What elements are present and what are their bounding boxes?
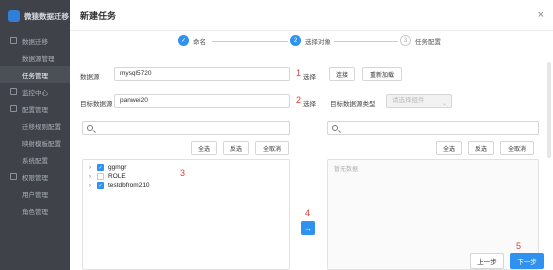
search-icon: [87, 125, 93, 131]
app-sidebar: 微猿数据迁移 数据迁移 数据源管理 任务管理 监控中心 配置管理 迁移规则配置 …: [0, 0, 72, 270]
nav-item-mapping[interactable]: 映射模板配置: [0, 134, 72, 151]
modal-scrollbar[interactable]: [547, 62, 551, 158]
close-icon[interactable]: ×: [538, 9, 544, 21]
target-type-placeholder: 请选择组件: [392, 97, 425, 104]
nav-label: 系统配置: [22, 157, 48, 165]
tree-item[interactable]: › ROLE: [89, 173, 126, 180]
right-deselect-button[interactable]: 全取消: [500, 141, 534, 155]
left-select-all-button[interactable]: 全选: [191, 141, 217, 155]
step-label: 任务配置: [415, 38, 441, 46]
nav-group-monitor[interactable]: 监控中心: [0, 83, 72, 100]
step-naming: ✓ 命名: [178, 35, 206, 46]
nav-item-datasource[interactable]: 数据源管理: [0, 49, 72, 66]
checkbox-unchecked[interactable]: [97, 173, 104, 180]
annotation-2: 2: [296, 95, 302, 105]
reload-button[interactable]: 重新加载: [362, 67, 402, 81]
left-invert-button[interactable]: 反选: [223, 141, 249, 155]
chevron-right-icon[interactable]: ›: [89, 183, 95, 189]
transfer-right-button[interactable]: →: [301, 221, 315, 235]
checkbox-checked[interactable]: ✓: [97, 164, 104, 171]
right-search-input[interactable]: [327, 121, 539, 135]
search-icon: [332, 125, 338, 131]
arrow-right-icon: →: [304, 223, 312, 233]
app-brand: 微猿数据迁移: [0, 0, 72, 32]
new-task-modal: 新建任务 × ✓ 命名 2 选择对象 3 任务配置 数据源 mysql5720 …: [70, 0, 553, 270]
step-select-objects: 2 选择对象: [290, 35, 331, 46]
target-object-list: 暂无数据: [327, 159, 539, 270]
nav-label: 用户管理: [22, 191, 48, 199]
tree-item-label: ROLE: [108, 173, 126, 180]
step-connector: [334, 41, 398, 42]
right-invert-button[interactable]: 反选: [468, 141, 494, 155]
step-label: 选择对象: [305, 38, 331, 46]
nav-item-rules[interactable]: 迁移规则配置: [0, 117, 72, 134]
nav-label: 迁移规则配置: [22, 123, 61, 131]
annotation-3: 3: [180, 168, 186, 178]
nav-item-tasks[interactable]: 任务管理: [0, 66, 72, 83]
target-type-select[interactable]: 请选择组件 ⌄: [386, 94, 452, 108]
check-icon: ✓: [178, 35, 189, 46]
nav-item-system[interactable]: 系统配置: [0, 151, 72, 168]
target-type-label: 目标数据源类型: [330, 101, 376, 108]
nav-label: 配置管理: [22, 106, 48, 114]
nav-group-permission[interactable]: 权限管理: [0, 168, 72, 185]
tree-item[interactable]: › ✓ testdbfrom210: [89, 182, 150, 189]
step-task-config: 3 任务配置: [400, 35, 441, 46]
nav-label: 数据迁移: [22, 38, 48, 46]
next-step-button[interactable]: 下一步: [510, 253, 544, 269]
chevron-right-icon[interactable]: ›: [89, 165, 95, 171]
right-select-all-button[interactable]: 全选: [436, 141, 462, 155]
tree-item-label: ggmgr: [108, 164, 127, 171]
source-label: 数据源: [80, 74, 100, 81]
tree-item-label: testdbfrom210: [108, 182, 150, 189]
nav-item-users[interactable]: 用户管理: [0, 185, 72, 202]
nav-label: 数据源管理: [22, 55, 55, 63]
nav-label: 角色管理: [22, 208, 48, 216]
app-logo-icon: [8, 10, 20, 22]
step-label: 命名: [193, 38, 206, 46]
nav-label: 监控中心: [22, 89, 48, 97]
annotation-4: 4: [305, 208, 311, 218]
annotation-5: 5: [516, 241, 522, 251]
target-label: 目标数据源: [80, 101, 113, 108]
chevron-right-icon[interactable]: ›: [89, 174, 95, 180]
nav-item-roles[interactable]: 角色管理: [0, 202, 72, 219]
connect-button[interactable]: 连接: [329, 67, 355, 81]
target-select-link[interactable]: 选择: [303, 98, 316, 108]
step-connector: [212, 41, 288, 42]
target-input[interactable]: panwei20: [114, 94, 290, 108]
empty-state-text: 暂无数据: [334, 167, 359, 173]
left-search-input[interactable]: [82, 121, 290, 135]
migration-icon: [10, 37, 17, 44]
nav-group-config[interactable]: 配置管理: [0, 100, 72, 117]
nav-label: 映射模板配置: [22, 140, 61, 148]
checkbox-checked[interactable]: ✓: [97, 182, 104, 189]
tree-item[interactable]: › ✓ ggmgr: [89, 164, 126, 171]
source-object-tree: › ✓ ggmgr › ROLE › ✓ testdbfrom210: [82, 159, 290, 270]
nav-group-migration[interactable]: 数据迁移: [0, 32, 72, 49]
chevron-down-icon: ⌄: [441, 101, 447, 107]
left-deselect-button[interactable]: 全取消: [255, 141, 289, 155]
source-input[interactable]: mysql5720: [114, 67, 290, 81]
nav-label: 任务管理: [22, 72, 48, 80]
wizard-steps: ✓ 命名 2 选择对象 3 任务配置: [70, 35, 553, 49]
nav-label: 权限管理: [22, 174, 48, 182]
app-brand-name: 微猿数据迁移: [24, 11, 69, 21]
source-select-link[interactable]: 选择: [303, 71, 316, 81]
permission-icon: [10, 173, 17, 180]
modal-header: 新建任务: [70, 0, 553, 31]
step-number: 2: [290, 35, 301, 46]
annotation-1: 1: [296, 68, 302, 78]
step-number: 3: [400, 35, 411, 46]
modal-title: 新建任务: [80, 10, 117, 21]
monitor-icon: [10, 88, 17, 95]
prev-step-button[interactable]: 上一步: [470, 253, 504, 269]
config-icon: [10, 105, 17, 112]
